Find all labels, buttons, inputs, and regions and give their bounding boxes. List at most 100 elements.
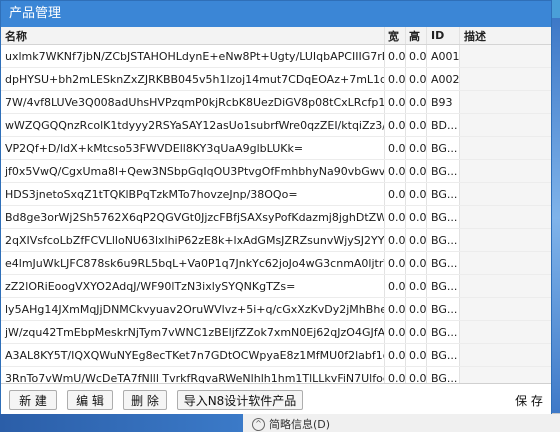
cell-id: BG... <box>427 367 460 383</box>
cell-height: 0.0 <box>406 229 427 251</box>
cell-id: BG... <box>427 344 460 366</box>
cell-width: 0.0 <box>385 344 406 366</box>
column-header-height[interactable]: 高 <box>406 27 427 44</box>
cell-height: 0.0 <box>406 68 427 90</box>
cell-width: 0.0 <box>385 160 406 182</box>
table-row[interactable]: dpHYSU+bh2mLESknZxZJRKBB045v5h1lzoj14mut… <box>1 68 551 91</box>
cell-name: uxlmk7WKNf7jbN/ZCbJSTAHOHLdynE+eNw8Pt+Ug… <box>1 45 385 67</box>
column-header-id[interactable]: ID <box>427 27 460 44</box>
cell-description <box>460 45 551 67</box>
cell-description <box>460 275 551 297</box>
table-row[interactable]: wWZQGQQnzRcolK1tdyyy2RSYaSAY12asUo1subrf… <box>1 114 551 137</box>
cell-name: 7W/4vf8LUVe3Q008adUhsHVPzqmP0kjRcbK8UezD… <box>1 91 385 113</box>
cell-id: A002 <box>427 68 460 90</box>
cell-name: 2qXIVsfcoLbZfFCVLlloNU63lxlhiP62zE8k+lxA… <box>1 229 385 251</box>
cell-name: wWZQGQQnzRcolK1tdyyy2RSYaSAY12asUo1subrf… <box>1 114 385 136</box>
table-row[interactable]: 3RnTo7vWmU/WcDeTA7fNlll TvrkfRqvaRWeNlhl… <box>1 367 551 383</box>
table-row[interactable]: zZ2lORiEoogVXYO2AdqJ/WF90lTzN3ixlySYQNKg… <box>1 275 551 298</box>
cell-id: BG... <box>427 160 460 182</box>
cell-width: 0.0 <box>385 367 406 383</box>
table-row[interactable]: e4lmJuWkLJFC878sk6u9RL5bqL+Va0P1q7JnkYc6… <box>1 252 551 275</box>
window-title: 产品管理 <box>9 6 62 21</box>
cell-height: 0.0 <box>406 137 427 159</box>
cell-width: 0.0 <box>385 206 406 228</box>
cell-width: 0.0 <box>385 137 406 159</box>
cell-id: BG... <box>427 252 460 274</box>
cell-height: 0.0 <box>406 367 427 383</box>
background-window-statusbar: ^ 简略信息(D) <box>0 413 560 432</box>
cell-description <box>460 114 551 136</box>
cell-description <box>460 229 551 251</box>
table-row[interactable]: 7W/4vf8LUVe3Q008adUhsHVPzqmP0kjRcbK8UezD… <box>1 91 551 114</box>
cell-description <box>460 91 551 113</box>
cell-description <box>460 321 551 343</box>
column-header-name[interactable]: 名称 <box>1 27 385 44</box>
cell-name: 3RnTo7vWmU/WcDeTA7fNlll TvrkfRqvaRWeNlhl… <box>1 367 385 383</box>
table-row[interactable]: uxlmk7WKNf7jbN/ZCbJSTAHOHLdynE+eNw8Pt+Ug… <box>1 45 551 68</box>
cell-width: 0.0 <box>385 114 406 136</box>
edit-button[interactable]: 编 辑 <box>67 390 113 410</box>
import-n8-products-button[interactable]: 导入N8设计软件产品 <box>177 390 303 410</box>
product-management-window: 产品管理 名称 宽 高 ID 描述 uxlmk7WKNf7jbN/ZCbJSTA… <box>0 0 552 414</box>
cell-width: 0.0 <box>385 252 406 274</box>
cell-width: 0.0 <box>385 275 406 297</box>
table-row[interactable]: HDS3jnetoSxqZ1tTQKlBPqTzkMTo7hovzeJnp/38… <box>1 183 551 206</box>
cell-height: 0.0 <box>406 114 427 136</box>
cell-description <box>460 137 551 159</box>
cell-height: 0.0 <box>406 206 427 228</box>
summary-label: 简略信息(D) <box>269 418 331 431</box>
cell-height: 0.0 <box>406 275 427 297</box>
save-button[interactable]: 保 存 <box>511 390 547 410</box>
delete-button[interactable]: 删 除 <box>123 390 167 410</box>
table-row[interactable]: jf0x5VwQ/CgxUma8l+Qew3NSbpGqIqOU3PtvgOfF… <box>1 160 551 183</box>
cell-height: 0.0 <box>406 160 427 182</box>
cell-height: 0.0 <box>406 344 427 366</box>
cell-id: BG... <box>427 206 460 228</box>
summary-toggle[interactable]: ^ 简略信息(D) <box>252 416 330 432</box>
table-row[interactable]: 2qXIVsfcoLbZfFCVLlloNU63lxlhiP62zE8k+lxA… <box>1 229 551 252</box>
cell-name: dpHYSU+bh2mLESknZxZJRKBB045v5h1lzoj14mut… <box>1 68 385 90</box>
cell-width: 0.0 <box>385 298 406 320</box>
cell-name: HDS3jnetoSxqZ1tTQKlBPqTzkMTo7hovzeJnp/38… <box>1 183 385 205</box>
cell-height: 0.0 <box>406 183 427 205</box>
cell-id: BG... <box>427 321 460 343</box>
cell-name: VP2Qf+D/ldX+kMtcso53FWVDEll8KY3qUaA9glbL… <box>1 137 385 159</box>
table-row[interactable]: A3AL8KY5T/IQXQWuNYEg8ecTKet7n7GDtOCWpyaE… <box>1 344 551 367</box>
cell-id: A001 <box>427 45 460 67</box>
column-header-description[interactable]: 描述 <box>460 27 551 44</box>
cell-name: jW/zqu42TmEbpMeskrNjTym7vWNC1zBEljfZZok7… <box>1 321 385 343</box>
background-taskbar-area <box>0 414 243 432</box>
cell-id: BG... <box>427 275 460 297</box>
cell-id: BD... <box>427 114 460 136</box>
cell-name: Bd8ge3orWj2Sh5762X6qP2QGVGt0JjzcFBfjSAXs… <box>1 206 385 228</box>
cell-description <box>460 298 551 320</box>
cell-height: 0.0 <box>406 252 427 274</box>
cell-id: BG... <box>427 298 460 320</box>
window-titlebar[interactable]: 产品管理 <box>1 1 551 27</box>
table-row[interactable]: ly5AHg14JXmMqJjDNMCkvyuav2OruWVlvz+5i+q/… <box>1 298 551 321</box>
table-header-row: 名称 宽 高 ID 描述 <box>1 27 551 45</box>
cell-width: 0.0 <box>385 91 406 113</box>
cell-description <box>460 367 551 383</box>
product-table[interactable]: 名称 宽 高 ID 描述 uxlmk7WKNf7jbN/ZCbJSTAHOHLd… <box>1 27 551 383</box>
cell-description <box>460 183 551 205</box>
cell-description <box>460 160 551 182</box>
column-header-width[interactable]: 宽 <box>385 27 406 44</box>
cell-id: BG... <box>427 229 460 251</box>
table-row[interactable]: Bd8ge3orWj2Sh5762X6qP2QGVGt0JjzcFBfjSAXs… <box>1 206 551 229</box>
cell-description <box>460 344 551 366</box>
cell-name: zZ2lORiEoogVXYO2AdqJ/WF90lTzN3ixlySYQNKg… <box>1 275 385 297</box>
table-row[interactable]: VP2Qf+D/ldX+kMtcso53FWVDEll8KY3qUaA9glbL… <box>1 137 551 160</box>
table-row[interactable]: jW/zqu42TmEbpMeskrNjTym7vWNC1zBEljfZZok7… <box>1 321 551 344</box>
cell-width: 0.0 <box>385 183 406 205</box>
cell-width: 0.0 <box>385 229 406 251</box>
cell-description <box>460 206 551 228</box>
cell-name: e4lmJuWkLJFC878sk6u9RL5bqL+Va0P1q7JnkYc6… <box>1 252 385 274</box>
new-button[interactable]: 新 建 <box>9 390 57 410</box>
cell-name: jf0x5VwQ/CgxUma8l+Qew3NSbpGqIqOU3PtvgOfF… <box>1 160 385 182</box>
desktop-background-strip <box>552 18 560 418</box>
cell-description <box>460 68 551 90</box>
cell-id: B93 <box>427 91 460 113</box>
cell-id: BG... <box>427 137 460 159</box>
cell-width: 0.0 <box>385 321 406 343</box>
